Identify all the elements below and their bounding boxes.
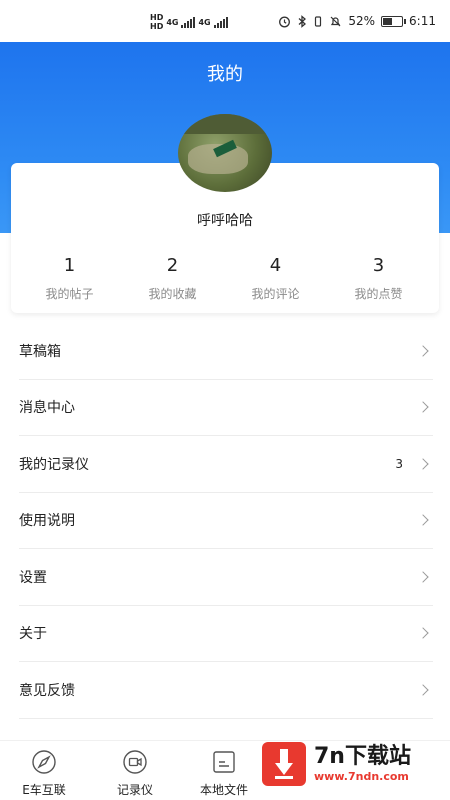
tab-recorder[interactable]: 记录仪 <box>95 749 175 798</box>
stat-label: 我的收藏 <box>148 287 197 301</box>
tab-label: 本地文件 <box>199 783 248 797</box>
signal-icon <box>181 16 196 28</box>
stat-label: 我的评论 <box>251 287 300 301</box>
menu-item-label: 设置 <box>19 569 47 586</box>
chevron-right-icon <box>417 627 429 639</box>
menu-item-feedback[interactable]: 意见反馈 <box>19 662 433 719</box>
stat-posts[interactable]: 1 我的帖子 <box>18 253 121 302</box>
hd-label: HD <box>150 13 164 22</box>
camera-icon <box>123 750 147 774</box>
menu-item-instructions[interactable]: 使用说明 <box>19 493 433 549</box>
menu-item-drafts[interactable]: 草稿箱 <box>19 323 433 380</box>
file-icon <box>213 751 235 773</box>
settings-menu: 草稿箱 消息中心 我的记录仪 3 使用说明 设置 关于 意见反馈 <box>19 323 433 719</box>
signal-icon <box>213 16 228 28</box>
network-indicators: HD HD 4G 4G <box>150 13 228 31</box>
tab-label: 记录仪 <box>116 783 153 797</box>
tab-label: E车互联 <box>22 783 66 797</box>
bluetooth-icon <box>298 14 307 28</box>
battery-percent: 52% <box>348 14 376 28</box>
menu-item-label: 关于 <box>19 626 47 643</box>
stat-value: 3 <box>372 255 385 276</box>
network-type-label: 4G <box>198 17 211 27</box>
download-icon <box>262 742 306 786</box>
tab-local-files[interactable]: 本地文件 <box>184 749 264 798</box>
menu-item-messages[interactable]: 消息中心 <box>19 380 433 436</box>
tab-e-car-connect[interactable]: E车互联 <box>4 749 84 798</box>
menu-item-settings[interactable]: 设置 <box>19 549 433 606</box>
hd-label: HD <box>150 22 164 31</box>
stat-likes[interactable]: 3 我的点赞 <box>327 253 430 302</box>
stat-value: 2 <box>166 255 179 276</box>
network-type-label: 4G <box>166 17 179 27</box>
menu-item-label: 使用说明 <box>19 513 75 530</box>
chevron-right-icon <box>417 571 429 583</box>
menu-item-label: 意见反馈 <box>19 682 75 699</box>
chevron-right-icon <box>417 458 429 470</box>
profile-stats: 1 我的帖子 2 我的收藏 4 我的评论 3 我的点赞 <box>18 253 430 302</box>
username[interactable]: 呼呼哈哈 <box>0 210 450 230</box>
chevron-right-icon <box>417 401 429 413</box>
stat-value: 4 <box>269 255 282 276</box>
menu-item-my-recorder[interactable]: 我的记录仪 3 <box>19 436 433 493</box>
count-badge: 3 <box>395 456 403 471</box>
battery-icon <box>381 15 407 27</box>
page-title: 我的 <box>207 64 243 85</box>
chevron-right-icon <box>417 684 429 696</box>
vibrate-icon <box>315 15 322 27</box>
watermark-url: www.7ndn.com <box>314 770 409 783</box>
avatar[interactable] <box>178 114 272 192</box>
stat-comments[interactable]: 4 我的评论 <box>224 253 327 302</box>
mute-icon <box>330 16 341 26</box>
menu-item-about[interactable]: 关于 <box>19 606 433 662</box>
menu-item-label: 我的记录仪 <box>19 456 89 473</box>
menu-item-label: 草稿箱 <box>19 343 61 360</box>
chevron-right-icon <box>417 345 429 357</box>
chevron-right-icon <box>417 514 429 526</box>
status-right: 52% 6:11 <box>278 14 436 28</box>
watermark: 7n下载站 www.7ndn.com <box>262 736 444 792</box>
stat-favorites[interactable]: 2 我的收藏 <box>121 253 224 302</box>
stat-value: 1 <box>63 255 76 276</box>
menu-item-label: 消息中心 <box>19 400 75 417</box>
stat-label: 我的点赞 <box>354 287 403 301</box>
alarm-icon <box>279 16 291 27</box>
watermark-brand: 7n下载站 <box>314 744 411 769</box>
status-bar: HD HD 4G 4G 52% 6:11 <box>0 0 450 42</box>
stat-label: 我的帖子 <box>45 287 94 301</box>
clock-time: 6:11 <box>409 14 436 28</box>
compass-icon <box>32 750 56 774</box>
